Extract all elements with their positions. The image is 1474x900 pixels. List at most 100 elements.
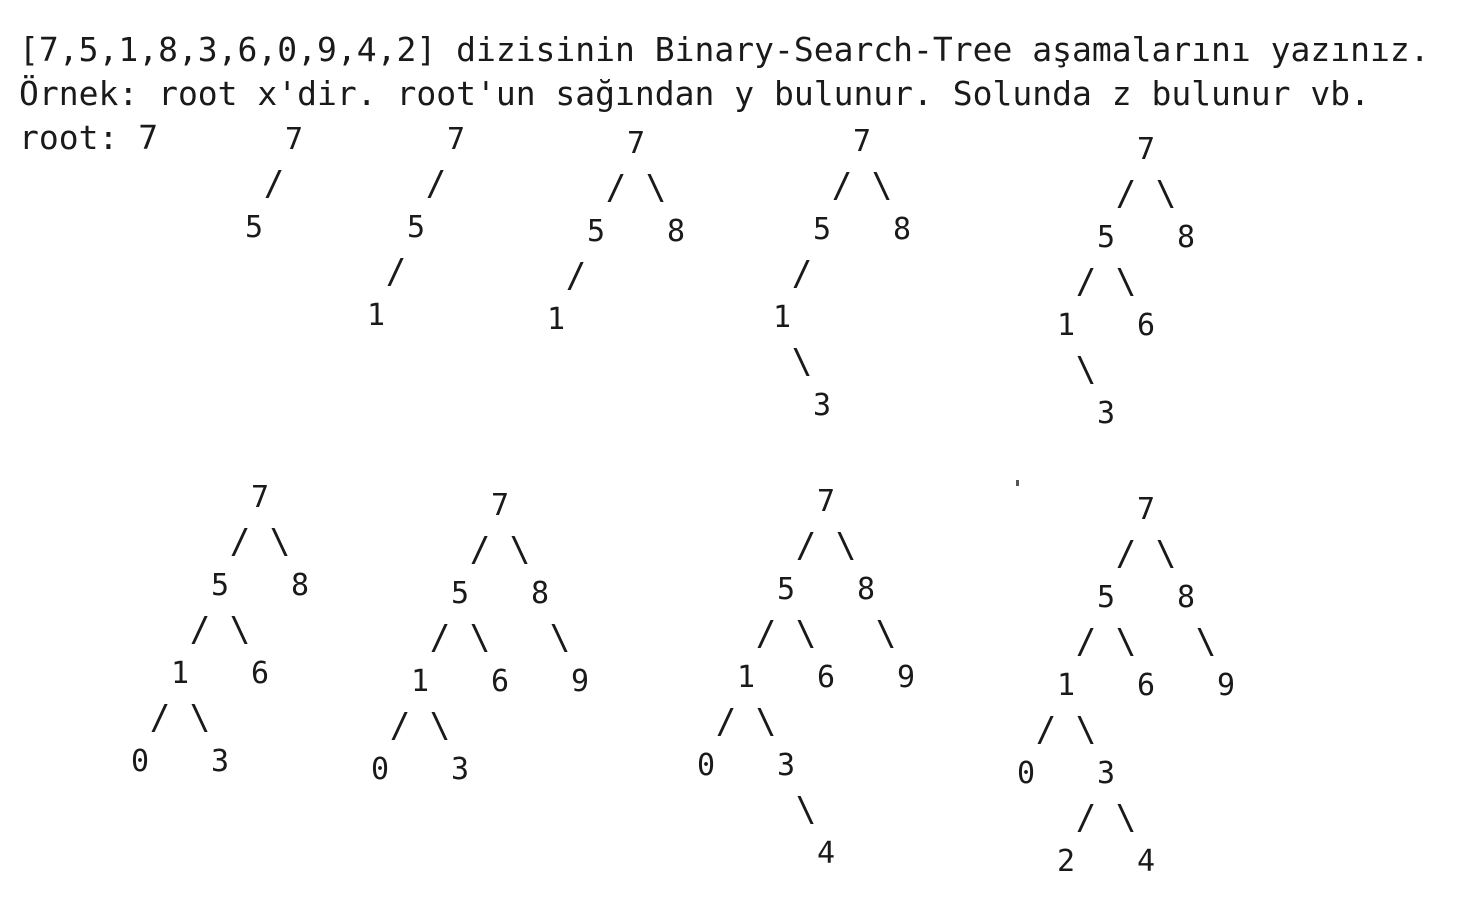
stray-mark bbox=[1016, 480, 1019, 486]
tree-8-node: 0 bbox=[696, 748, 716, 783]
tree-6-edge: / bbox=[189, 610, 211, 650]
tree-8-edge: \ bbox=[875, 614, 897, 654]
tree-7-node: 5 bbox=[450, 576, 470, 611]
tree-9-edge: / bbox=[1035, 710, 1057, 750]
tree-7-node: 9 bbox=[570, 664, 590, 699]
tree-5-node: 1 bbox=[1056, 308, 1076, 343]
tree-4-edge: \ bbox=[791, 342, 813, 382]
tree-8-edge: \ bbox=[835, 526, 857, 566]
tree-7-node: 8 bbox=[530, 576, 550, 611]
tree-5-node: 7 bbox=[1136, 132, 1156, 167]
tree-5-node: 6 bbox=[1136, 308, 1156, 343]
tree-6-node: 6 bbox=[250, 656, 270, 691]
tree-9-node: 7 bbox=[1136, 492, 1156, 527]
tree-8-node: 7 bbox=[816, 484, 836, 519]
tree-7-node: 1 bbox=[410, 664, 430, 699]
tree-3-edge: / bbox=[605, 168, 627, 208]
tree-2-node: 7 bbox=[446, 122, 466, 157]
tree-9-node: 1 bbox=[1056, 668, 1076, 703]
tree-6-edge: \ bbox=[189, 698, 211, 738]
tree-7-node: 3 bbox=[450, 752, 470, 787]
tree-1-node: 7 bbox=[284, 122, 304, 157]
tree-4-node: 5 bbox=[812, 212, 832, 247]
tree-5-edge: \ bbox=[1115, 262, 1137, 302]
tree-6-edge: / bbox=[229, 522, 251, 562]
tree-3-node: 1 bbox=[546, 302, 566, 337]
tree-9-edge: \ bbox=[1115, 798, 1137, 838]
tree-7-node: 7 bbox=[490, 488, 510, 523]
tree-7-edge: \ bbox=[469, 618, 491, 658]
tree-8-edge: / bbox=[715, 702, 737, 742]
tree-7-edge: / bbox=[429, 618, 451, 658]
tree-9-edge: \ bbox=[1195, 622, 1217, 662]
tree-7-edge: / bbox=[389, 706, 411, 746]
bst-stages: 7 5 / 7 5 1 / / 7 5 8 1 / \ / 7 5 8 1 3 / \ / \ 7 5 8 1 6 3 / \ / \ \ 7 5 8 1 6… bbox=[0, 0, 1474, 900]
tree-2-node: 1 bbox=[366, 298, 386, 333]
tree-6-node: 8 bbox=[290, 568, 310, 603]
tree-7-node: 6 bbox=[490, 664, 510, 699]
tree-4-node: 8 bbox=[892, 212, 912, 247]
tree-7-edge: \ bbox=[509, 530, 531, 570]
tree-2-edge: / bbox=[425, 164, 447, 204]
tree-3-node: 7 bbox=[626, 126, 646, 161]
tree-9-edge: / bbox=[1075, 622, 1097, 662]
tree-8-node: 5 bbox=[776, 572, 796, 607]
tree-3-node: 8 bbox=[666, 214, 686, 249]
tree-9-node: 4 bbox=[1136, 844, 1156, 879]
tree-6-node: 1 bbox=[170, 656, 190, 691]
tree-9-node: 8 bbox=[1176, 580, 1196, 615]
tree-4-node: 7 bbox=[852, 124, 872, 159]
tree-4-node: 3 bbox=[812, 388, 832, 423]
tree-9-edge: \ bbox=[1075, 710, 1097, 750]
tree-3-edge: / bbox=[565, 256, 587, 296]
tree-8-edge: / bbox=[795, 526, 817, 566]
tree-8-edge: \ bbox=[795, 790, 817, 830]
tree-9-node: 2 bbox=[1056, 844, 1076, 879]
tree-3-node: 5 bbox=[586, 214, 606, 249]
tree-6-edge: \ bbox=[269, 522, 291, 562]
tree-6-node: 5 bbox=[210, 568, 230, 603]
tree-8-edge: \ bbox=[795, 614, 817, 654]
tree-4-edge: / bbox=[791, 254, 813, 294]
tree-9-edge: \ bbox=[1155, 534, 1177, 574]
tree-6-edge: / bbox=[149, 698, 171, 738]
tree-8-edge: / bbox=[755, 614, 777, 654]
tree-6-node: 7 bbox=[250, 480, 270, 515]
tree-5-edge: / bbox=[1075, 262, 1097, 302]
tree-6-node: 3 bbox=[210, 744, 230, 779]
tree-9-node: 5 bbox=[1096, 580, 1116, 615]
tree-2-edge: / bbox=[385, 252, 407, 292]
tree-8-node: 8 bbox=[856, 572, 876, 607]
tree-2-node: 5 bbox=[406, 210, 426, 245]
tree-3-edge: \ bbox=[645, 168, 667, 208]
tree-7-edge: \ bbox=[429, 706, 451, 746]
tree-4-node: 1 bbox=[772, 300, 792, 335]
tree-8-node: 3 bbox=[776, 748, 796, 783]
tree-5-node: 3 bbox=[1096, 396, 1116, 431]
tree-5-edge: \ bbox=[1155, 174, 1177, 214]
tree-9-edge: / bbox=[1075, 798, 1097, 838]
tree-6-edge: \ bbox=[229, 610, 251, 650]
tree-9-node: 0 bbox=[1016, 756, 1036, 791]
tree-4-edge: \ bbox=[871, 166, 893, 206]
tree-7-edge: / bbox=[469, 530, 491, 570]
tree-9-edge: / bbox=[1115, 534, 1137, 574]
tree-7-node: 0 bbox=[370, 752, 390, 787]
tree-5-node: 8 bbox=[1176, 220, 1196, 255]
tree-8-edge: \ bbox=[755, 702, 777, 742]
tree-9-edge: \ bbox=[1115, 622, 1137, 662]
tree-5-edge: / bbox=[1115, 174, 1137, 214]
tree-1-edge: / bbox=[263, 164, 285, 204]
tree-1-node: 5 bbox=[244, 210, 264, 245]
tree-9-node: 9 bbox=[1216, 668, 1236, 703]
tree-5-edge: \ bbox=[1075, 350, 1097, 390]
tree-6-node: 0 bbox=[130, 744, 150, 779]
tree-5-node: 5 bbox=[1096, 220, 1116, 255]
tree-4-edge: / bbox=[831, 166, 853, 206]
tree-8-node: 1 bbox=[736, 660, 756, 695]
tree-8-node: 9 bbox=[896, 660, 916, 695]
tree-8-node: 4 bbox=[816, 836, 836, 871]
tree-7-edge: \ bbox=[549, 618, 571, 658]
tree-9-node: 3 bbox=[1096, 756, 1116, 791]
tree-9-node: 6 bbox=[1136, 668, 1156, 703]
